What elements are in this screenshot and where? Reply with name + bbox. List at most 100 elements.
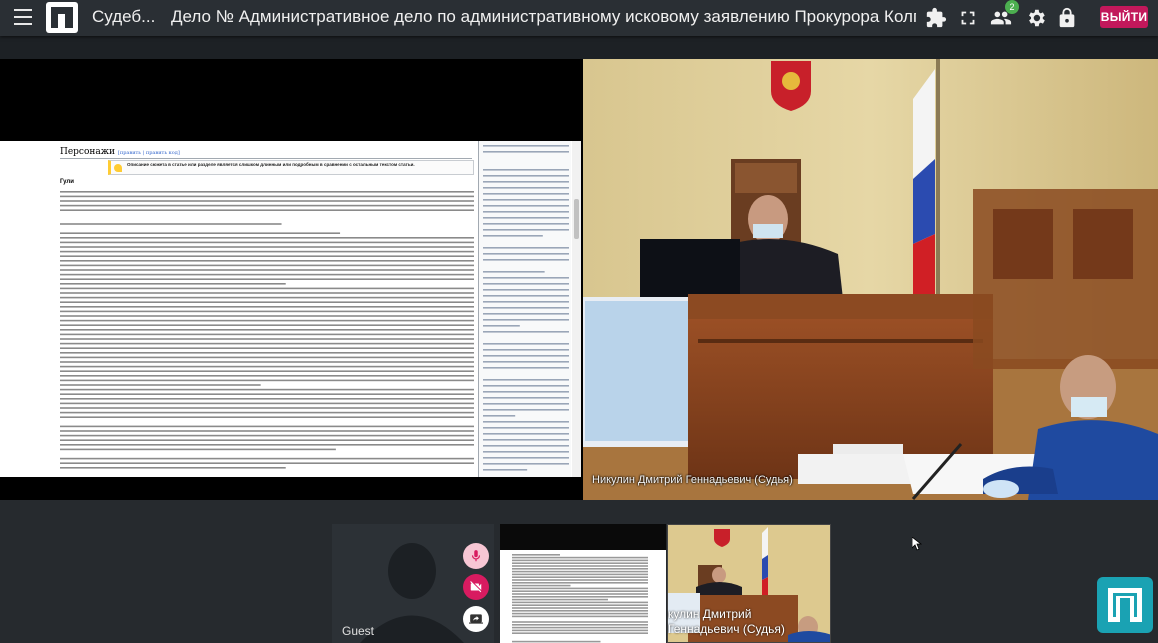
text-line [483,211,569,213]
text-line [60,269,474,271]
text-line [512,590,648,592]
text-line [512,576,648,578]
text-line [60,361,474,363]
text-line [60,434,474,437]
text-line [512,598,608,601]
text-line [60,352,474,354]
participant-name-judge-line1: кулин Дмитрий [668,607,752,621]
text-line [60,370,474,372]
text-line [60,347,474,349]
text-line [483,367,569,369]
text-line [483,271,545,273]
text-line [512,582,648,584]
corner-app-logo[interactable] [1097,577,1153,633]
text-line [483,463,569,465]
text-line [60,278,474,280]
text-line [512,612,648,615]
shared-document: Персонажи [править | править код] Описан… [0,141,581,477]
text-line [60,365,474,368]
doc-notice-text: Описание сюжета в статье или разделе явл… [127,162,415,167]
text-line [60,283,286,285]
text-line [60,292,474,294]
text-line [483,451,569,453]
text-line [483,259,569,261]
mic-button[interactable] [463,543,489,569]
text-line [512,562,648,564]
text-line [483,415,516,417]
text-line [60,319,474,322]
text-line [60,260,474,262]
text-line [512,584,571,587]
text-line [60,457,474,460]
text-line [483,205,569,207]
main-stage: Персонажи [править | править код] Описан… [0,59,1158,500]
text-line [483,175,569,177]
text-line [483,295,569,297]
text-line [60,430,474,432]
gear-icon[interactable] [1025,7,1047,29]
text-line [483,289,569,291]
fullscreen-icon[interactable] [957,7,979,29]
text-line [512,593,648,595]
hamburger-icon[interactable] [14,9,32,25]
text-line [60,462,474,464]
warning-icon [114,164,122,172]
text-line [60,301,474,303]
text-line [512,604,648,606]
doc-body-text [60,191,474,469]
text-line [60,204,474,207]
coat-of-arms [771,61,811,111]
app-logo[interactable] [45,1,79,34]
participant-tile-screenshare[interactable] [500,524,666,643]
lock-icon[interactable] [1056,7,1078,29]
text-line [483,325,520,327]
case-title: Дело № Административное дело по админист… [171,7,916,26]
text-line [60,329,474,331]
text-line [483,331,569,333]
text-line [60,388,474,391]
text-line [60,416,474,418]
text-line [483,397,569,399]
puzzle-icon[interactable] [925,7,947,29]
text-line [60,375,474,377]
text-line [60,306,474,308]
text-line [483,217,569,219]
text-line [483,223,569,225]
doc-scrollbar[interactable] [572,141,581,477]
camera-button[interactable] [463,574,489,600]
text-line [483,457,569,459]
text-line [483,445,569,447]
text-line [60,250,474,253]
text-line [483,253,569,255]
top-bar: Судеб... Дело № Административное дело по… [0,0,1158,36]
participants-count-badge: 2 [1005,0,1019,14]
exit-button[interactable]: ВЫЙТИ [1100,6,1148,28]
text-line [60,273,474,276]
text-line [483,427,569,429]
text-line [60,223,282,225]
text-line [512,554,560,556]
text-line [60,191,474,193]
share-screen-button[interactable] [463,606,489,632]
text-line [60,384,261,386]
text-line [512,610,648,612]
text-line [60,425,474,428]
text-line [60,315,474,317]
text-line [60,356,474,359]
text-line [483,343,569,345]
text-line [483,355,569,357]
text-line [512,601,648,604]
text-line [60,287,474,290]
text-line [60,237,474,239]
courtroom-video-frame [583,59,1158,500]
text-line [60,342,474,345]
text-line [60,402,474,405]
text-line [483,283,569,285]
text-line [512,559,648,562]
text-line [512,640,601,643]
text-line [483,151,569,153]
text-line [483,391,569,393]
participant-name-guest: Guest [342,624,375,638]
text-line [512,573,648,576]
camera-off-icon [470,581,482,593]
